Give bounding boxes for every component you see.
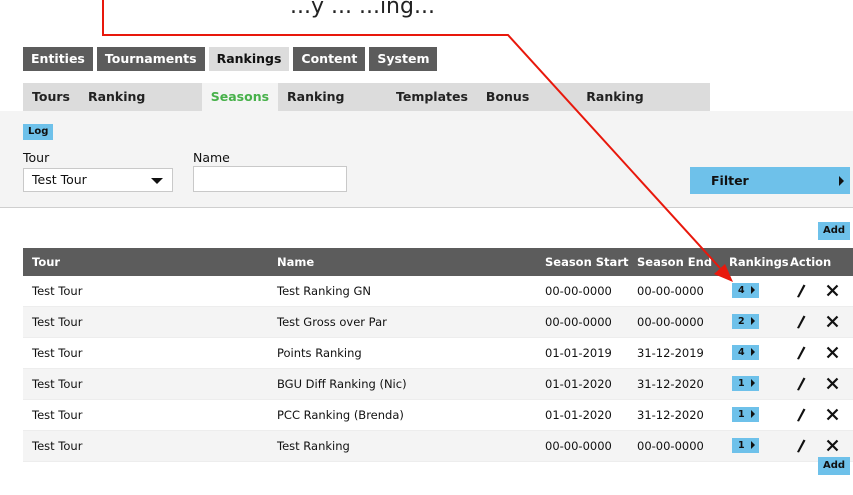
seasons-table: Tour Name Season Start Season End Rankin… <box>23 248 853 462</box>
cell-tour: Test Tour <box>32 315 83 329</box>
delete-x-icon[interactable] <box>826 439 839 452</box>
rankings-count-button[interactable]: 4 <box>732 283 759 298</box>
cell-name: PCC Ranking (Brenda) <box>277 408 404 422</box>
edit-pencil-icon[interactable] <box>795 376 807 392</box>
cell-name: BGU Diff Ranking (Nic) <box>277 377 407 391</box>
cell-name: Points Ranking <box>277 346 362 360</box>
cell-name: Test Ranking GN <box>277 284 371 298</box>
cell-tour: Test Tour <box>32 439 83 453</box>
arrow-right-icon <box>751 348 755 356</box>
cell-tour: Test Tour <box>32 408 83 422</box>
edit-pencil-icon[interactable] <box>795 345 807 361</box>
table-row: Test Tour BGU Diff Ranking (Nic) 01-01-2… <box>23 369 853 400</box>
cell-tour: Test Tour <box>32 377 83 391</box>
cell-name: Test Gross over Par <box>277 315 387 329</box>
sub-tab-ranking-types[interactable]: Ranking Types <box>278 83 387 132</box>
arrow-right-icon <box>751 410 755 418</box>
cell-season-end: 31-12-2020 <box>637 408 704 422</box>
delete-x-icon[interactable] <box>826 408 839 421</box>
arrow-right-icon <box>839 176 844 186</box>
col-header-action: Action <box>790 255 832 269</box>
table-body: Test Tour Test Ranking GN 00-00-0000 00-… <box>23 276 853 462</box>
edit-pencil-icon[interactable] <box>795 283 807 299</box>
top-nav: Entities Tournaments Rankings Content Sy… <box>23 47 438 71</box>
top-tab-rankings[interactable]: Rankings <box>208 47 290 71</box>
sub-tab-bonus-tables[interactable]: Bonus Tables <box>477 83 577 132</box>
filter-button-label: Filter <box>711 173 749 188</box>
cell-season-start: 00-00-0000 <box>545 284 612 298</box>
arrow-right-icon <box>751 286 755 294</box>
top-tab-entities[interactable]: Entities <box>23 47 93 71</box>
top-tab-tournaments[interactable]: Tournaments <box>96 47 205 71</box>
rankings-count: 4 <box>738 347 745 358</box>
delete-x-icon[interactable] <box>826 315 839 328</box>
cell-season-start: 01-01-2020 <box>545 408 612 422</box>
col-header-rankings: Rankings <box>729 255 789 269</box>
col-header-name: Name <box>277 255 315 269</box>
table-row: Test Tour Test Gross over Par 00-00-0000… <box>23 307 853 338</box>
sub-tab-ranking-summary[interactable]: Ranking Summary <box>577 83 710 132</box>
rankings-count-button[interactable]: 1 <box>732 376 759 391</box>
tour-select[interactable]: Test Tour <box>23 168 173 192</box>
sub-tab-ranking-iframes[interactable]: Ranking iFrames <box>79 83 202 132</box>
cell-season-end: 00-00-0000 <box>637 315 704 329</box>
add-button-top[interactable]: Add <box>818 222 851 240</box>
cell-season-end: 00-00-0000 <box>637 284 704 298</box>
rankings-count: 1 <box>738 409 745 420</box>
tour-label: Tour <box>23 150 50 165</box>
top-tab-content[interactable]: Content <box>293 47 366 71</box>
cell-season-end: 31-12-2019 <box>637 346 704 360</box>
tour-select-value: Test Tour <box>32 172 87 187</box>
edit-pencil-icon[interactable] <box>795 438 807 454</box>
filter-button[interactable]: Filter <box>690 167 850 194</box>
cell-season-start: 00-00-0000 <box>545 439 612 453</box>
delete-x-icon[interactable] <box>826 377 839 390</box>
table-row: Test Tour Test Ranking GN 00-00-0000 00-… <box>23 276 853 307</box>
sub-tab-seasons[interactable]: Seasons <box>201 83 279 111</box>
edit-pencil-icon[interactable] <box>795 407 807 423</box>
table-header: Tour Name Season Start Season End Rankin… <box>23 248 853 276</box>
col-header-tour: Tour <box>32 255 61 269</box>
delete-x-icon[interactable] <box>826 284 839 297</box>
cell-name: Test Ranking <box>277 439 350 453</box>
name-input[interactable] <box>193 166 347 192</box>
cell-season-start: 01-01-2019 <box>545 346 612 360</box>
add-button-bottom[interactable]: Add <box>818 457 851 475</box>
cell-season-start: 01-01-2020 <box>545 377 612 391</box>
cell-tour: Test Tour <box>32 284 83 298</box>
delete-x-icon[interactable] <box>826 346 839 359</box>
col-header-season-end: Season End <box>637 255 713 269</box>
cell-season-start: 00-00-0000 <box>545 315 612 329</box>
cell-season-end: 31-12-2020 <box>637 377 704 391</box>
cell-season-end: 00-00-0000 <box>637 439 704 453</box>
arrow-right-icon <box>751 317 755 325</box>
table-row: Test Tour PCC Ranking (Brenda) 01-01-202… <box>23 400 853 431</box>
rankings-count-button[interactable]: 1 <box>732 438 759 453</box>
rankings-count: 1 <box>738 440 745 451</box>
top-tab-system[interactable]: System <box>369 47 438 71</box>
caret-down-icon <box>151 178 163 184</box>
annotation-caption: ...y ... ...ing... <box>290 0 435 19</box>
name-label: Name <box>193 150 230 165</box>
rankings-count: 1 <box>738 378 745 389</box>
rankings-count-button[interactable]: 4 <box>732 345 759 360</box>
rankings-count: 4 <box>738 285 745 296</box>
sub-tab-templates[interactable]: Templates <box>387 83 477 111</box>
table-row: Test Tour Test Ranking 00-00-0000 00-00-… <box>23 431 853 462</box>
edit-pencil-icon[interactable] <box>795 314 807 330</box>
log-button[interactable]: Log <box>23 124 54 140</box>
cell-tour: Test Tour <box>32 346 83 360</box>
rankings-count: 2 <box>738 316 745 327</box>
arrow-right-icon <box>751 441 755 449</box>
sub-tab-tours[interactable]: Tours <box>23 83 79 111</box>
table-row: Test Tour Points Ranking 01-01-2019 31-1… <box>23 338 853 369</box>
rankings-count-button[interactable]: 2 <box>732 314 759 329</box>
col-header-season-start: Season Start <box>545 255 629 269</box>
arrow-right-icon <box>751 379 755 387</box>
rankings-count-button[interactable]: 1 <box>732 407 759 422</box>
sub-nav: Tours Ranking iFrames Seasons Ranking Ty… <box>23 83 710 132</box>
